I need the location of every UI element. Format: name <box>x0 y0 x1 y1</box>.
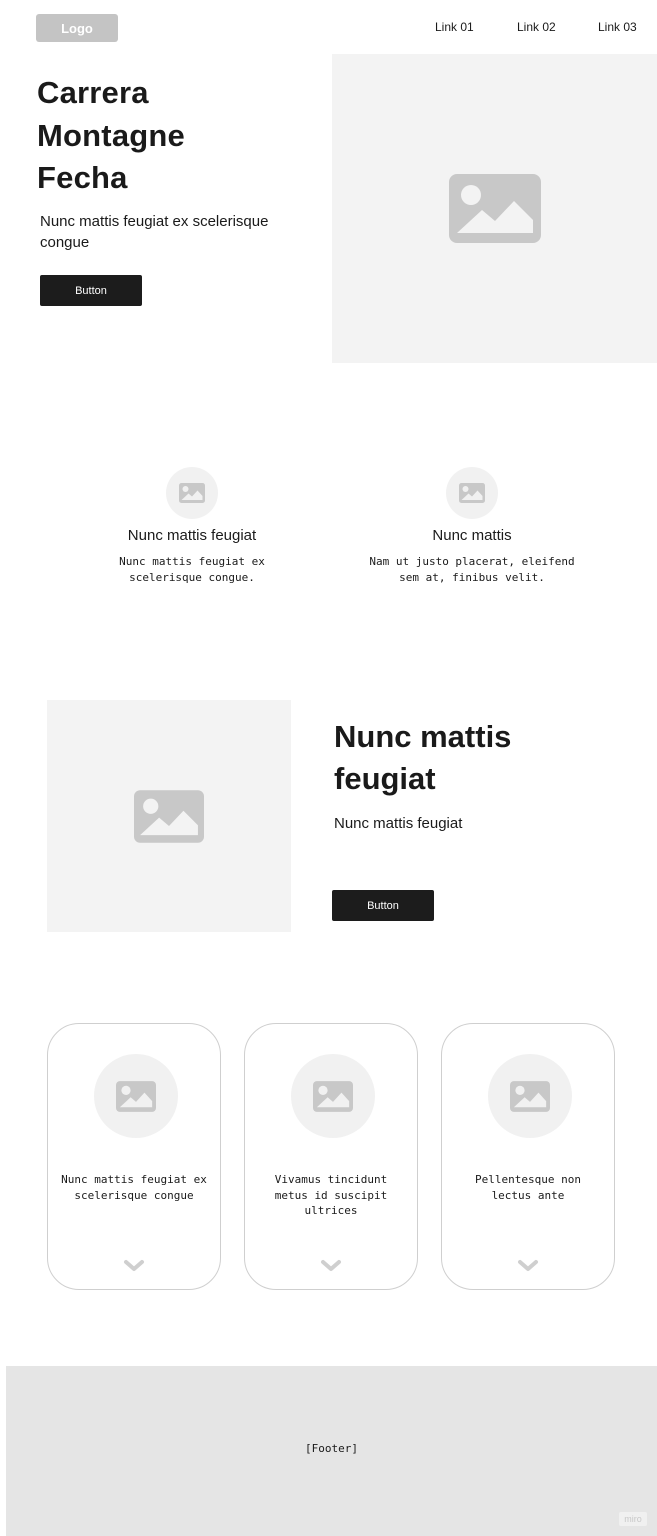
card-text: Pellentesque non lectus ante <box>475 1173 581 1202</box>
image-icon <box>179 483 205 503</box>
nav-link-01[interactable]: Link 01 <box>435 20 474 34</box>
card-text: Vivamus tincidunt metus id suscipit ultr… <box>274 1173 388 1217</box>
card-text: Nunc mattis feugiat ex scelerisque congu… <box>61 1173 207 1202</box>
hero-title-line: Fecha <box>37 160 128 195</box>
hero-title-line: Carrera <box>37 75 149 110</box>
image-icon <box>313 1080 353 1112</box>
logo[interactable]: Logo <box>36 14 118 42</box>
footer: [Footer] miro <box>6 1366 657 1536</box>
hero-title: Carrera Montagne Fecha <box>37 72 307 200</box>
chevron-down-icon[interactable] <box>517 1259 539 1273</box>
hero-image-placeholder <box>332 54 657 363</box>
image-icon <box>459 483 485 503</box>
footer-label: [Footer] <box>305 1442 358 1455</box>
section-title: Nunc mattis feugiat <box>334 719 512 796</box>
card-icon-circle <box>291 1054 375 1138</box>
feature-text: Nunc mattis feugiat ex scelerisque congu… <box>119 555 265 584</box>
feature-text: Nam ut justo placerat, eleifend sem at, … <box>369 555 575 584</box>
image-icon <box>116 1080 156 1112</box>
feature-title: Nunc mattis <box>432 527 512 544</box>
card-icon-circle <box>488 1054 572 1138</box>
hero-title-line: Montagne <box>37 117 185 153</box>
image-icon <box>510 1080 550 1112</box>
miro-badge: miro <box>619 1512 647 1526</box>
hero-button[interactable]: Button <box>40 275 142 306</box>
image-icon <box>134 789 204 843</box>
chevron-down-icon[interactable] <box>320 1259 342 1273</box>
card[interactable]: Vivamus tincidunt metus id suscipit ultr… <box>244 1023 418 1290</box>
hero-subtitle: Nunc mattis feugiat ex scelerisque congu… <box>40 213 269 251</box>
card-icon-circle <box>94 1054 178 1138</box>
section-button[interactable]: Button <box>332 890 434 921</box>
section-subtitle: Nunc mattis feugiat <box>334 815 463 832</box>
nav-link-02[interactable]: Link 02 <box>517 20 556 34</box>
feature-icon-circle <box>166 467 218 519</box>
card[interactable]: Pellentesque non lectus ante <box>441 1023 615 1290</box>
card[interactable]: Nunc mattis feugiat ex scelerisque congu… <box>47 1023 221 1290</box>
section-image-placeholder <box>47 700 291 932</box>
feature-icon-circle <box>446 467 498 519</box>
feature-title: Nunc mattis feugiat <box>127 527 257 544</box>
nav-link-03[interactable]: Link 03 <box>598 20 637 34</box>
chevron-down-icon[interactable] <box>123 1259 145 1273</box>
image-icon <box>448 174 541 243</box>
